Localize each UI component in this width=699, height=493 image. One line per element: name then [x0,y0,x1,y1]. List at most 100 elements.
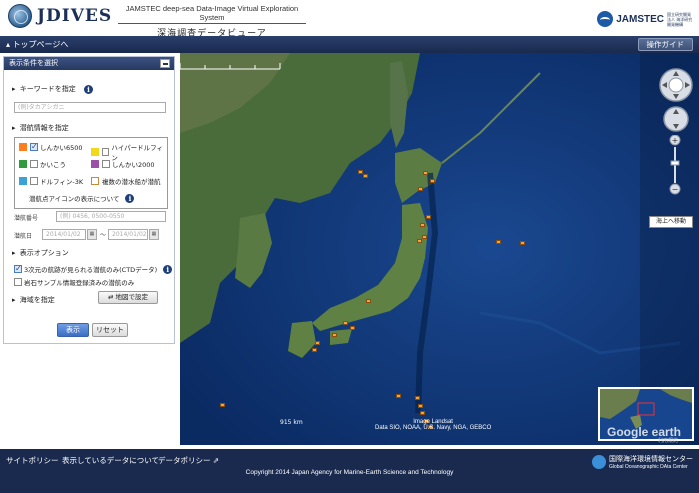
vessel-checkbox[interactable] [30,142,38,151]
icon-note: 潜航点アイコンの表示について i [29,193,135,203]
vessel-checkbox[interactable] [30,177,38,185]
dive-marker-icon[interactable] [363,174,368,178]
subtitle-en: JAMSTEC deep-sea Data-Image Virtual Expl… [118,4,306,24]
vessel-label-item: しんかい6500 [40,144,83,152]
show-button[interactable]: 表示 [57,323,89,337]
data-about-link[interactable]: 表示しているデータについて [62,455,159,466]
option-checkbox[interactable] [14,264,22,273]
dive-marker-icon[interactable] [423,171,428,175]
dive-marker-icon[interactable] [426,215,431,219]
godac-en: Global Oceanographic DAta Center [609,464,688,470]
godac-logo[interactable]: 国際海洋環境情報センター Global Oceanographic DAta C… [592,454,693,470]
calendar-icon[interactable]: ▦ [87,229,97,240]
vessel-item-kaiko[interactable]: かいこう [19,159,66,169]
marker-green-icon [19,160,27,168]
jamstec-sub: 国立研究開発法人 海洋研究開発機構 [667,11,693,27]
vessel-item-shinkai6500[interactable]: しんかい6500 [19,142,83,152]
move-compass-icon[interactable] [662,105,690,133]
option-rock[interactable]: 岩石サンプル情報登録済みの潜航のみ [14,277,134,287]
option-label: 岩石サンプル情報登録済みの潜航のみ [24,279,135,287]
set-on-map-button[interactable]: ⇄ 地図で設定 [98,291,158,304]
dive-marker-icon[interactable] [396,394,401,398]
dive-marker-icon[interactable] [315,341,320,345]
vessel-checkbox[interactable] [30,160,38,168]
operation-guide-button[interactable]: 操作ガイド [637,38,693,51]
dive-marker-icon[interactable] [220,403,225,407]
keyword-input[interactable]: (例)タカアシガニ [14,102,166,113]
map-attribution: Image Landsat Data SIO, NOAA, U.S. Navy,… [375,419,491,431]
dive-marker-icon[interactable] [420,223,425,227]
look-compass-icon[interactable] [658,67,694,103]
vessel-checkbox[interactable] [101,148,110,156]
area-section: 海域を指定 [12,295,55,305]
dive-marker-icon[interactable] [332,333,337,337]
panel-header: 表示条件を選択 [4,57,174,70]
set-on-map-label: 地図で設定 [115,293,149,301]
dive-marker-icon[interactable] [350,326,355,330]
dive-marker-icon[interactable] [417,239,422,243]
date-from-input[interactable]: 2014/01/02 [42,229,86,240]
info-icon[interactable]: i [163,264,173,274]
scale-label: 915 km [280,419,303,426]
collapse-button[interactable] [160,59,170,68]
dive-marker-icon[interactable] [430,179,435,183]
dive-marker-icon[interactable] [422,235,427,239]
vessel-section: 潜航情報を指定 [12,123,69,133]
marker-blue-icon [19,177,27,185]
top-page-label: トップページへ [12,40,69,49]
vessel-label: 潜航情報を指定 [19,124,69,132]
option-ctd[interactable]: 3次元の航跡が見られる潜航のみ(CTDデータ) i [14,264,173,274]
nav-bar: ▴ トップページへ 操作ガイド [0,36,699,53]
calendar-icon[interactable]: ▦ [149,229,159,240]
jamstec-logo[interactable]: JAMSTEC 国立研究開発法人 海洋研究開発機構 [597,11,693,27]
vessel-label-item: 複数の潜水船が潜航 [102,178,161,186]
attribution-line2: Data SIO, NOAA, U.S. Navy, NGA, GEBCO [375,425,492,431]
svg-text:+: + [672,136,679,145]
map-icon: ⇄ [107,293,114,301]
scale-bar [180,63,281,70]
zoom-handle[interactable] [670,160,680,166]
dive-marker-icon[interactable] [312,348,317,352]
jdives-logo-icon [8,4,32,28]
dive-number-input[interactable]: (例) 0456, 0500-0550 [56,211,166,222]
vessel-label-item: かいこう [40,161,66,169]
date-to-input[interactable]: 2014/01/02 [108,229,148,240]
vessel-item-dolphin3k[interactable]: ドルフィン-3K [19,176,83,186]
keyword-label: キーワードを指定 [19,85,76,93]
terms-link[interactable]: 利用規約 [658,437,678,444]
site-policy-link[interactable]: サイトポリシー [6,455,59,466]
dive-marker-icon[interactable] [418,187,423,191]
vessel-item-shinkai2000[interactable]: しんかい2000 [91,159,155,169]
option-checkbox[interactable] [14,278,22,286]
vessel-box: しんかい6500 ハイパードルフィン かいこう しんかい2000 ドルフィン-3… [14,137,168,209]
data-policy-link[interactable]: データポリシー ⇗ [158,455,219,466]
panel-title: 表示条件を選択 [9,59,58,67]
vessel-checkbox[interactable] [102,160,110,168]
top-page-link[interactable]: ▴ トップページへ [6,39,68,50]
dive-marker-icon[interactable] [343,321,348,325]
reset-button[interactable]: リセット [92,323,128,337]
godac-jp: 国際海洋環境情報センター [609,455,693,463]
keyword-section: キーワードを指定 i [12,84,93,94]
vessel-item-multiple[interactable]: 複数の潜水船が潜航 [91,176,161,186]
dive-marker-icon[interactable] [420,411,425,415]
info-icon[interactable]: i [125,193,135,203]
jdives-logo[interactable]: JDIVES [8,4,112,28]
marker-yellow-icon [91,148,99,156]
svg-text:−: − [672,185,679,194]
data-policy-label: データポリシー [158,456,211,465]
dive-marker-icon[interactable] [520,241,525,245]
dive-marker-icon[interactable] [366,299,371,303]
options-label: 表示オプション [19,249,69,257]
globe-map[interactable]: + − 海上へ移動 915 km Image Landsat Data SIO,… [180,53,699,445]
info-icon[interactable]: i [83,84,93,94]
app-header: JDIVES JAMSTEC deep-sea Data-Image Virtu… [0,0,699,39]
external-link-icon: ⇗ [212,456,220,465]
dive-marker-icon[interactable] [415,396,420,400]
options-section: 表示オプション [12,248,69,258]
move-to-sea-button[interactable]: 海上へ移動 [649,216,693,228]
marker-purple-icon [91,160,99,168]
dive-marker-icon[interactable] [418,404,423,408]
vessel-label-item: しんかい2000 [112,161,155,169]
dive-marker-icon[interactable] [496,240,501,244]
